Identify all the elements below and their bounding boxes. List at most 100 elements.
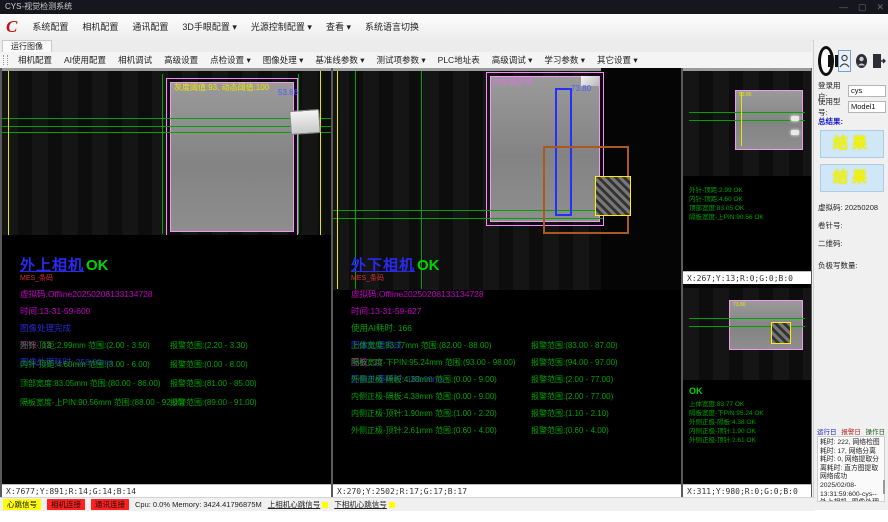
- left-measure-text: 内针-顶距:4.60mm 范围:(3.00 - 6.00): [20, 360, 150, 369]
- thumb-bottom-result-line: 隔板宽度-下PIN:95.24 OK: [689, 409, 764, 418]
- thumb-top-bright-spot-2: [791, 130, 799, 135]
- center-alarm-text: 报警范围:(0.60 - 4.00): [531, 425, 609, 436]
- toolbar: 相机配置 AI使用配置 相机调试 高级设置 点检设置 ▾ 图像处理 ▾ 基准线参…: [0, 52, 812, 69]
- left-alarm-text: 报警范围:(89.00 - 91.00): [170, 397, 257, 408]
- tool-spotcheck-settings[interactable]: 点检设置 ▾: [204, 53, 257, 68]
- tool-advanced-debug[interactable]: 高级调试 ▾: [486, 53, 539, 68]
- menu-system-config[interactable]: 系统配置: [25, 15, 75, 40]
- tool-ai-use-config[interactable]: AI使用配置: [58, 53, 112, 68]
- status-bar: 心跳信号 相机连接 通讯连接 Cpu: 0.0% Memory: 3424.41…: [0, 497, 815, 511]
- center-measure-row: 上体宽度:83.77mm 范围:(82.00 - 88.00)报警范围:(83.…: [351, 340, 492, 351]
- qr-code-label: 二维码:: [818, 238, 843, 249]
- center-measure-text: 内侧正极-顶针:1.90mm 范围:(1.00 - 2.20): [351, 409, 497, 418]
- center-coordinate-bar: X:270;Y:2502;R:17;G:17;B:17: [333, 484, 681, 497]
- menu-light-control-config[interactable]: 光源控制配置 ▾: [244, 15, 319, 40]
- thumb-top-mini-label: 53.66: [739, 92, 752, 98]
- left-measure-row: 外针-顶距:2.99mm 范围:(2.00 - 3.50)报警范围:(2.20 …: [20, 340, 150, 351]
- thumb-top-line-2: [689, 120, 805, 121]
- left-alarm-text: 报警范围:(81.00 - 85.00): [170, 378, 257, 389]
- tool-baseline-params[interactable]: 基准线参数 ▾: [309, 53, 370, 68]
- tool-learning-params[interactable]: 学习参数 ▾: [538, 53, 591, 68]
- thumb-top-result-line: 内针-顶距:4.60 OK: [689, 195, 764, 204]
- center-ai-yellow-box: [595, 176, 631, 216]
- screen: CYS-视觉检测系统 — ▢ ✕ C 系统配置 相机配置 通讯配置 3D手眼配置…: [0, 0, 888, 522]
- minimize-icon[interactable]: —: [839, 0, 848, 14]
- thumb-bottom-view[interactable]: 73.80 OK 上体宽度:83.77 OK 隔板宽度-下PIN:95.24 O…: [683, 288, 811, 497]
- left-virtual-code: 虚拟码:Offline20250208133134728: [20, 288, 153, 300]
- thumb-top-result-line: 顶部宽度:83.05 OK: [689, 204, 764, 213]
- model-input[interactable]: Model1: [848, 101, 886, 113]
- log-scrollbar[interactable]: [883, 480, 885, 494]
- log-text-area[interactable]: 耗时: 222, 网络检图耗时: 17, 网络分离耗时: 0, 网络提取分离耗时…: [817, 436, 885, 502]
- center-measure-text: 隔板宽度-下PIN:95.24mm 范围:(93.00 - 98.00): [351, 358, 516, 367]
- pause-button[interactable]: [818, 46, 834, 76]
- center-ai-time: 使用AI耗时: 166: [351, 322, 484, 334]
- center-camera-name: 外下相机: [351, 257, 415, 274]
- thumb-top-results: 外针-顶距:2.99 OK 内针-顶距:4.60 OK 顶部宽度:83.05 O…: [689, 186, 764, 222]
- result-box-1: 结果: [820, 130, 884, 158]
- thumb-top-strip: [683, 68, 811, 71]
- left-time: 时间:13-31-59-600: [20, 305, 153, 317]
- lower-camera-heartbeat: 下相机心跳信号: [334, 499, 395, 510]
- virtual-code-label: 虚拟码: 20250208: [818, 202, 878, 213]
- center-time: 时间:13-31-59-627: [351, 305, 484, 317]
- thumb-top-result-line: 外针-顶距:2.99 OK: [689, 186, 764, 195]
- result-box-2: 结果: [820, 164, 884, 192]
- maximize-icon[interactable]: ▢: [858, 0, 867, 14]
- center-alarm-text: 报警范围:(1.10 - 2.10): [531, 408, 609, 419]
- left-measure-vline-1: [162, 74, 163, 234]
- menu-language-switch[interactable]: 系统语言切换: [358, 15, 426, 40]
- close-icon[interactable]: ✕: [876, 0, 884, 14]
- left-camera-view[interactable]: 灰度阈值:93, 动态阈值:100 53.66 外上相机OK MES_条码 虚拟…: [2, 68, 331, 497]
- center-measure-text: 内侧正极-隔板:4.38mm 范围:(0.00 - 9.00): [351, 392, 497, 401]
- tool-advanced-settings[interactable]: 高级设置: [158, 53, 204, 68]
- left-measure-vline-2: [298, 74, 299, 234]
- main-area: 灰度阈值:93, 动态阈值:100 53.66 外上相机OK MES_条码 虚拟…: [0, 68, 812, 497]
- center-ai-region-label: AI检测区域: [493, 76, 533, 87]
- tool-other-settings[interactable]: 其它设置 ▾: [591, 53, 644, 68]
- thumb-bottom-image[interactable]: 73.80: [683, 288, 811, 380]
- menu-view[interactable]: 查看 ▾: [319, 15, 358, 40]
- cpu-memory-status: Cpu: 0.0% Memory: 3424.41796875M: [135, 500, 262, 509]
- tool-test-item-params[interactable]: 测试项参数 ▾: [371, 53, 432, 68]
- center-alarm-text: 报警范围:(83.00 - 87.00): [531, 340, 618, 351]
- center-blue-measure-label: 73.80: [571, 84, 591, 93]
- center-alarm-text: 报警范围:(2.00 - 77.00): [531, 374, 613, 385]
- tool-plc-address-table[interactable]: PLC地址表: [432, 53, 486, 68]
- thumb-bottom-result-line: 上体宽度:83.77 OK: [689, 400, 764, 409]
- center-edge-line-left: [337, 71, 338, 289]
- avatar-icon[interactable]: [855, 51, 868, 71]
- menu-comm-config[interactable]: 通讯配置: [125, 15, 175, 40]
- thumb-bottom-line-1: [689, 318, 805, 319]
- tool-camera-config[interactable]: 相机配置: [12, 53, 58, 68]
- logout-icon[interactable]: [872, 51, 886, 71]
- menu-3d-handeye-config[interactable]: 3D手眼配置 ▾: [175, 15, 244, 40]
- model-row: 使用型号: Model1: [818, 96, 886, 118]
- left-camera-image[interactable]: 灰度阈值:93, 动态阈值:100 53.66: [2, 68, 331, 235]
- left-camera-name: 外上相机: [20, 257, 84, 274]
- center-camera-view[interactable]: AI检测区域 73.80 外下相机OK MES_条码 虚拟码:Offline20…: [333, 68, 681, 497]
- left-measure-row: 顶部宽度:83.05mm 范围:(80.00 - 86.00)报警范围:(81.…: [20, 378, 161, 389]
- thumb-top-yline: [741, 92, 742, 146]
- window-title: CYS-视觉检测系统: [0, 0, 888, 14]
- tool-image-processing[interactable]: 图像处理 ▾: [257, 53, 310, 68]
- menu-camera-config[interactable]: 相机配置: [75, 15, 125, 40]
- center-measure-row: 内侧正极-隔板:4.38mm 范围:(0.00 - 9.00)报警范围:(2.0…: [351, 391, 497, 402]
- thumb-top-bright-spot-1: [791, 116, 799, 121]
- center-alarm-text: 报警范围:(2.00 - 77.00): [531, 391, 613, 402]
- thumb-top-image[interactable]: 53.66: [683, 68, 811, 176]
- thumb-top-view[interactable]: 53.66 外针-顶距:2.99 OK 内针-顶距:4.60 OK 顶部宽度:8…: [683, 68, 811, 284]
- left-ok-badge: OK: [86, 257, 109, 274]
- center-measure-row: 外侧正极-隔板:4.38mm 范围:(0.00 - 9.00)报警范围:(2.0…: [351, 374, 497, 385]
- left-measure-line-2: [2, 126, 331, 127]
- upper-camera-heartbeat: 上相机心跳信号: [268, 499, 329, 510]
- user-select-icon[interactable]: [838, 50, 851, 72]
- menu-bar: C 系统配置 相机配置 通讯配置 3D手眼配置 ▾ 光源控制配置 ▾ 查看 ▾ …: [0, 14, 888, 41]
- thumb-top-line-1: [689, 112, 805, 113]
- center-measure-row: 隔板宽度-下PIN:95.24mm 范围:(93.00 - 98.00)报警范围…: [351, 357, 516, 368]
- tool-camera-debug[interactable]: 相机调试: [112, 53, 158, 68]
- upper-camera-heartbeat-label: 上相机心跳信号: [268, 500, 321, 509]
- left-coordinate-bar: X:7677;Y:891;R:14;G:14;B:14: [2, 484, 331, 497]
- center-virtual-code: 虚拟码:Offline20250208133134728: [351, 288, 484, 300]
- thumb-bottom-results: 上体宽度:83.77 OK 隔板宽度-下PIN:95.24 OK 外侧正极-隔板…: [689, 400, 764, 445]
